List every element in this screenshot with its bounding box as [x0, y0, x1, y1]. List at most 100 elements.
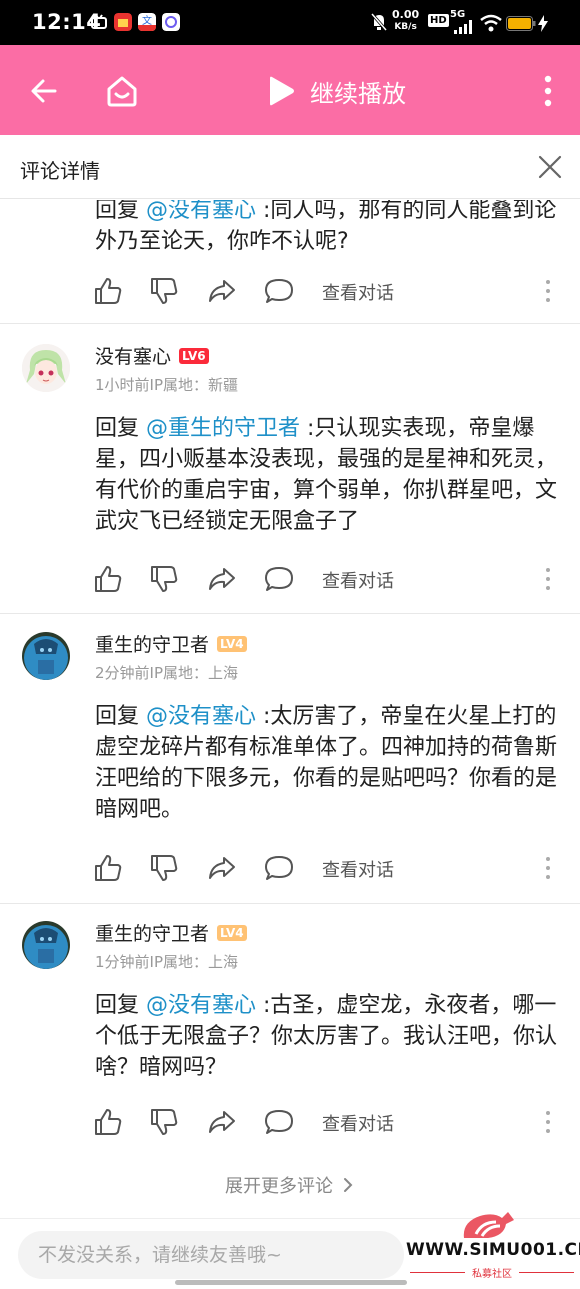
comment-actions: 查看对话	[0, 563, 580, 595]
comment-item: 重生的守卫者 LV4 1分钟前IP属地：上海 回复 @没有塞心 :古圣，虚空龙，…	[0, 904, 580, 1153]
avatar[interactable]	[22, 921, 70, 969]
view-conversation-link[interactable]: 查看对话	[322, 1110, 394, 1136]
comment-actions: 查看对话	[0, 852, 580, 884]
app-red-icon	[114, 13, 132, 31]
dislike-icon[interactable]	[148, 563, 180, 595]
comment-meta: 1分钟前IP属地：上海	[95, 953, 239, 971]
back-button[interactable]	[22, 69, 66, 113]
comment-body: 回复 @没有塞心 :太厉害了，帝皇在火星上打的虚空龙碎片都有标准单体了。四神加持…	[95, 701, 557, 825]
net-speed-value: 0.00	[392, 8, 420, 21]
username[interactable]: 重生的守卫者 LV4	[95, 919, 247, 946]
level-badge: LV4	[217, 924, 247, 941]
level-badge: LV4	[217, 635, 247, 652]
home-indicator[interactable]	[175, 1280, 407, 1285]
blue-figure-avatar	[22, 921, 70, 969]
comment-actions: 查看对话	[0, 1106, 580, 1138]
panel-title: 评论详情	[20, 159, 100, 183]
net-speed: 0.00 KB/s	[392, 9, 419, 33]
comment-meta: 1小时前IP属地：新疆	[95, 376, 239, 394]
username-text: 没有塞心	[95, 346, 172, 368]
hd-badge: HD	[428, 14, 449, 27]
battery-icon	[506, 16, 536, 31]
view-conversation-link[interactable]: 查看对话	[322, 856, 394, 882]
comment-actions: 查看对话	[0, 275, 580, 307]
share-icon[interactable]	[206, 1106, 238, 1138]
username[interactable]: 重生的守卫者 LV4	[95, 630, 247, 657]
dislike-icon[interactable]	[148, 1106, 180, 1138]
blue-figure-avatar	[22, 632, 70, 680]
avatar[interactable]	[22, 632, 70, 680]
reply-prefix: 回复	[95, 200, 146, 223]
comment-meta: 2分钟前IP属地：上海	[95, 664, 239, 682]
like-icon[interactable]	[92, 1106, 124, 1138]
reply-prefix: 回复	[95, 416, 146, 441]
comment-bubble-icon[interactable]	[263, 1106, 295, 1138]
continue-play-label: 继续播放	[310, 79, 406, 108]
level-badge: LV6	[179, 347, 209, 364]
more-options-icon[interactable]	[542, 1108, 554, 1136]
signal-label: 5G	[450, 9, 466, 20]
comment-body: 回复 @重生的守卫者 :只认现实表现，帝皇爆星，四小贩基本没表现，最强的是星神和…	[95, 413, 557, 537]
back-arrow-icon	[31, 79, 57, 103]
comment-bubble-icon[interactable]	[263, 852, 295, 884]
status-bar: 12:14 文 0.00 KB/s HD 5G	[0, 0, 580, 45]
reply-prefix: 回复	[95, 993, 146, 1018]
bilibili-tv-icon	[91, 14, 107, 29]
app-blue-icon	[162, 13, 180, 31]
comment-item: 回复 @没有塞心 :同人吗，那有的同人能叠到论外乃至论天，你咋不认呢? 查看对话	[0, 200, 580, 324]
watermark-divider-right	[519, 1272, 574, 1273]
like-icon[interactable]	[92, 275, 124, 307]
share-icon[interactable]	[206, 275, 238, 307]
signal-icon	[454, 20, 472, 34]
dislike-icon[interactable]	[148, 852, 180, 884]
app-text-icon: 文	[138, 13, 156, 31]
svg-text:文: 文	[142, 14, 152, 27]
site-watermark: WWW.SIMU001.CN 私募社区	[404, 1208, 580, 1289]
comment-item: 没有塞心 LV6 1小时前IP属地：新疆 回复 @重生的守卫者 :只认现实表现，…	[0, 324, 580, 614]
reply-prefix: 回复	[95, 704, 146, 729]
view-conversation-link[interactable]: 查看对话	[322, 567, 394, 593]
top-header: 继续播放	[0, 45, 580, 135]
avatar[interactable]	[22, 344, 70, 392]
mention-link[interactable]: @没有塞心	[146, 993, 256, 1018]
home-icon	[107, 76, 137, 107]
comment-input[interactable]: 不发没关系，请继续友善哦~	[18, 1231, 404, 1279]
like-icon[interactable]	[92, 563, 124, 595]
dislike-icon[interactable]	[148, 275, 180, 307]
play-icon	[270, 76, 294, 106]
mute-bell-icon	[370, 13, 388, 31]
comment-bubble-icon[interactable]	[263, 275, 295, 307]
more-options-icon[interactable]	[542, 277, 554, 305]
comment-item: 重生的守卫者 LV4 2分钟前IP属地：上海 回复 @没有塞心 :太厉害了，帝皇…	[0, 614, 580, 904]
username[interactable]: 没有塞心 LV6	[95, 342, 209, 369]
more-menu-button[interactable]	[526, 69, 570, 113]
watermark-logo-icon	[463, 1212, 514, 1238]
mention-link[interactable]: @没有塞心	[146, 200, 256, 223]
watermark-text: WWW.SIMU001.CN	[406, 1240, 580, 1260]
share-icon[interactable]	[206, 563, 238, 595]
username-text: 重生的守卫者	[95, 923, 210, 945]
username-text: 重生的守卫者	[95, 634, 210, 656]
comment-bubble-icon[interactable]	[263, 563, 295, 595]
mention-link[interactable]: @没有塞心	[146, 704, 256, 729]
more-vertical-icon	[544, 75, 552, 107]
share-icon[interactable]	[206, 852, 238, 884]
view-conversation-link[interactable]: 查看对话	[322, 279, 394, 305]
expand-more-label: 展开更多评论	[225, 1176, 333, 1197]
wifi-icon	[480, 14, 502, 32]
chevron-right-icon	[344, 1178, 353, 1192]
anime-girl-avatar	[22, 344, 70, 392]
comment-body: 回复 @没有塞心 :古圣，虚空龙，永夜者，哪一个低于无限盒子？你太厉害了。我认汪…	[95, 990, 557, 1083]
like-icon[interactable]	[92, 852, 124, 884]
net-speed-unit: KB/s	[394, 22, 417, 32]
mention-link[interactable]: @重生的守卫者	[146, 416, 300, 441]
continue-play-button[interactable]: 继续播放	[266, 69, 406, 113]
more-options-icon[interactable]	[542, 565, 554, 593]
charging-icon	[538, 15, 548, 32]
comment-detail-header: 评论详情	[0, 135, 580, 199]
more-options-icon[interactable]	[542, 854, 554, 882]
close-icon[interactable]	[532, 149, 568, 185]
home-button[interactable]	[100, 69, 144, 113]
comment-list: 回复 @没有塞心 :同人吗，那有的同人能叠到论外乃至论天，你咋不认呢? 查看对话…	[0, 200, 580, 1218]
comment-body: 回复 @没有塞心 :同人吗，那有的同人能叠到论外乃至论天，你咋不认呢?	[95, 200, 557, 257]
